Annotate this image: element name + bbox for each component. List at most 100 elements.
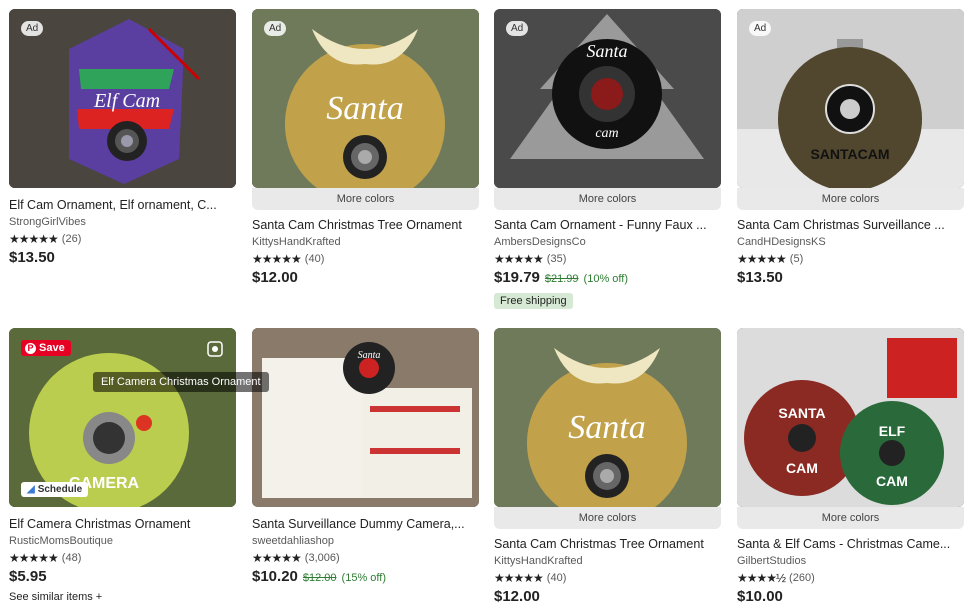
- listing-card[interactable]: SANTA CAM ELF CAM More colors Santa & El…: [737, 328, 964, 607]
- see-similar-link[interactable]: See similar items +: [9, 591, 236, 603]
- listing-title[interactable]: Santa Cam Christmas Tree Ornament: [252, 217, 479, 233]
- pinterest-save-button[interactable]: P Save: [21, 340, 71, 356]
- svg-text:CAM: CAM: [786, 460, 818, 476]
- visual-search-icon[interactable]: [206, 340, 224, 358]
- rating: ★★★★½ (260): [737, 570, 964, 586]
- review-count: (40): [546, 572, 567, 584]
- shop-name: RusticMomsBoutique: [9, 535, 113, 547]
- listing-image[interactable]: SANTACAM Ad: [737, 9, 964, 188]
- schedule-label: Schedule: [37, 484, 83, 495]
- pinterest-icon: P: [25, 342, 36, 354]
- shop-name: StrongGirlVibes: [9, 216, 86, 228]
- star-rating-icon: ★★★★★: [494, 252, 544, 266]
- star-rating-icon: ★★★★★: [494, 571, 544, 585]
- review-count: (40): [304, 253, 325, 265]
- ad-badge: Ad: [264, 21, 287, 36]
- listing-title[interactable]: Santa Cam Christmas Surveillance ...: [737, 217, 964, 233]
- price: $10.20: [252, 568, 298, 585]
- listing-image[interactable]: Santa cam Ad: [494, 9, 721, 188]
- more-colors-button[interactable]: More colors: [737, 188, 964, 210]
- rating: ★★★★★ (40): [252, 251, 479, 267]
- star-rating-icon: ★★★★★: [9, 551, 59, 565]
- price: $13.50: [9, 249, 55, 266]
- star-rating-icon: ★★★★★: [9, 232, 59, 246]
- listing-image[interactable]: SANTA CAM ELF CAM: [737, 328, 964, 507]
- star-rating-icon: ★★★★★: [252, 252, 302, 266]
- ad-badge: Ad: [749, 21, 772, 36]
- shop-name: AmbersDesignsCo: [494, 236, 586, 248]
- rating: ★★★★★ (40): [494, 570, 721, 586]
- price-row: $5.95: [9, 567, 236, 587]
- schedule-button[interactable]: ◢ Schedule: [21, 482, 89, 497]
- review-count: (35): [546, 253, 567, 265]
- review-count: (26): [61, 233, 82, 245]
- save-label: Save: [39, 342, 65, 354]
- rating: ★★★★★ (3,006): [252, 550, 479, 566]
- shop-name: KittysHandKrafted: [494, 555, 583, 567]
- more-colors-button[interactable]: More colors: [252, 188, 479, 210]
- svg-text:ELF: ELF: [879, 423, 906, 439]
- rating: ★★★★★ (5): [737, 251, 964, 267]
- price-row: $12.00: [252, 268, 479, 288]
- listing-card[interactable]: Elf Cam Ad Elf Cam Ornament, Elf ornamen…: [9, 9, 236, 268]
- star-rating-icon: ★★★★★: [252, 551, 302, 565]
- review-count: (3,006): [304, 552, 340, 564]
- rating: ★★★★★ (26): [9, 231, 236, 247]
- listing-title[interactable]: Santa Cam Ornament - Funny Faux ...: [494, 217, 721, 233]
- image-tooltip: Elf Camera Christmas Ornament: [93, 372, 269, 392]
- svg-text:SANTACAM: SANTACAM: [810, 146, 889, 162]
- rating: ★★★★★ (48): [9, 550, 236, 566]
- listing-image[interactable]: Santa: [494, 328, 721, 507]
- listing-image[interactable]: Elf Cam Ad: [9, 9, 236, 188]
- more-colors-button[interactable]: More colors: [494, 188, 721, 210]
- listing-image[interactable]: CAMERA P Save ◢ Schedule: [9, 328, 236, 507]
- star-rating-icon: ★★★★½: [737, 571, 786, 585]
- review-count: (5): [789, 253, 804, 265]
- price-row: $10.00: [737, 587, 964, 607]
- svg-text:cam: cam: [595, 126, 618, 141]
- shop-name: KittysHandKrafted: [252, 236, 341, 248]
- svg-text:Santa: Santa: [568, 409, 645, 446]
- listing-card[interactable]: Santa cam Ad More colors Santa Cam Ornam…: [494, 9, 721, 309]
- price: $12.00: [494, 588, 540, 605]
- svg-text:SANTA: SANTA: [778, 405, 825, 421]
- listing-card[interactable]: Santa More colors Santa Cam Christmas Tr…: [494, 328, 721, 607]
- price: $5.95: [9, 568, 47, 585]
- ad-badge: Ad: [21, 21, 44, 36]
- listing-card[interactable]: SANTACAM Ad More colors Santa Cam Christ…: [737, 9, 964, 288]
- price-row: $13.50: [737, 268, 964, 288]
- svg-text:Elf Cam: Elf Cam: [93, 90, 160, 112]
- ad-badge: Ad: [506, 21, 529, 36]
- svg-text:Santa: Santa: [358, 350, 381, 361]
- original-price: $21.99: [544, 273, 579, 285]
- more-colors-button[interactable]: More colors: [737, 507, 964, 529]
- listing-card[interactable]: Santa Santa Surveillance Dummy Camera,..…: [252, 328, 479, 588]
- shop-name: CandHDesignsKS: [737, 236, 826, 248]
- review-count: (260): [789, 572, 815, 584]
- shop-name: sweetdahliashop: [252, 535, 334, 547]
- svg-text:Santa: Santa: [586, 41, 627, 61]
- review-count: (48): [61, 552, 82, 564]
- price: $19.79: [494, 269, 540, 286]
- schedule-icon: ◢: [27, 484, 35, 495]
- more-colors-button[interactable]: More colors: [494, 507, 721, 529]
- listing-image[interactable]: Santa Ad: [252, 9, 479, 188]
- listing-title[interactable]: Santa Cam Christmas Tree Ornament: [494, 536, 721, 552]
- price-row: $19.79 $21.99 (10% off): [494, 268, 721, 289]
- listing-title[interactable]: Elf Camera Christmas Ornament: [9, 516, 236, 532]
- listing-image[interactable]: Santa: [252, 328, 479, 507]
- listing-title[interactable]: Elf Cam Ornament, Elf ornament, C...: [9, 197, 236, 213]
- price-row: $12.00: [494, 587, 721, 607]
- listing-card[interactable]: CAMERA P Save ◢ Schedule Elf Camera Chri…: [9, 328, 269, 603]
- price-row: $13.50: [9, 248, 236, 268]
- rating: ★★★★★ (35): [494, 251, 721, 267]
- listing-title[interactable]: Santa Surveillance Dummy Camera,...: [252, 516, 479, 532]
- listing-title[interactable]: Santa & Elf Cams - Christmas Came...: [737, 536, 964, 552]
- price: $13.50: [737, 269, 783, 286]
- original-price: $12.00: [302, 572, 337, 584]
- price: $10.00: [737, 588, 783, 605]
- free-shipping-badge: Free shipping: [494, 293, 573, 309]
- svg-text:CAM: CAM: [876, 473, 908, 489]
- discount: (10% off): [583, 273, 628, 285]
- listing-card[interactable]: Santa Ad More colors Santa Cam Christmas…: [252, 9, 479, 288]
